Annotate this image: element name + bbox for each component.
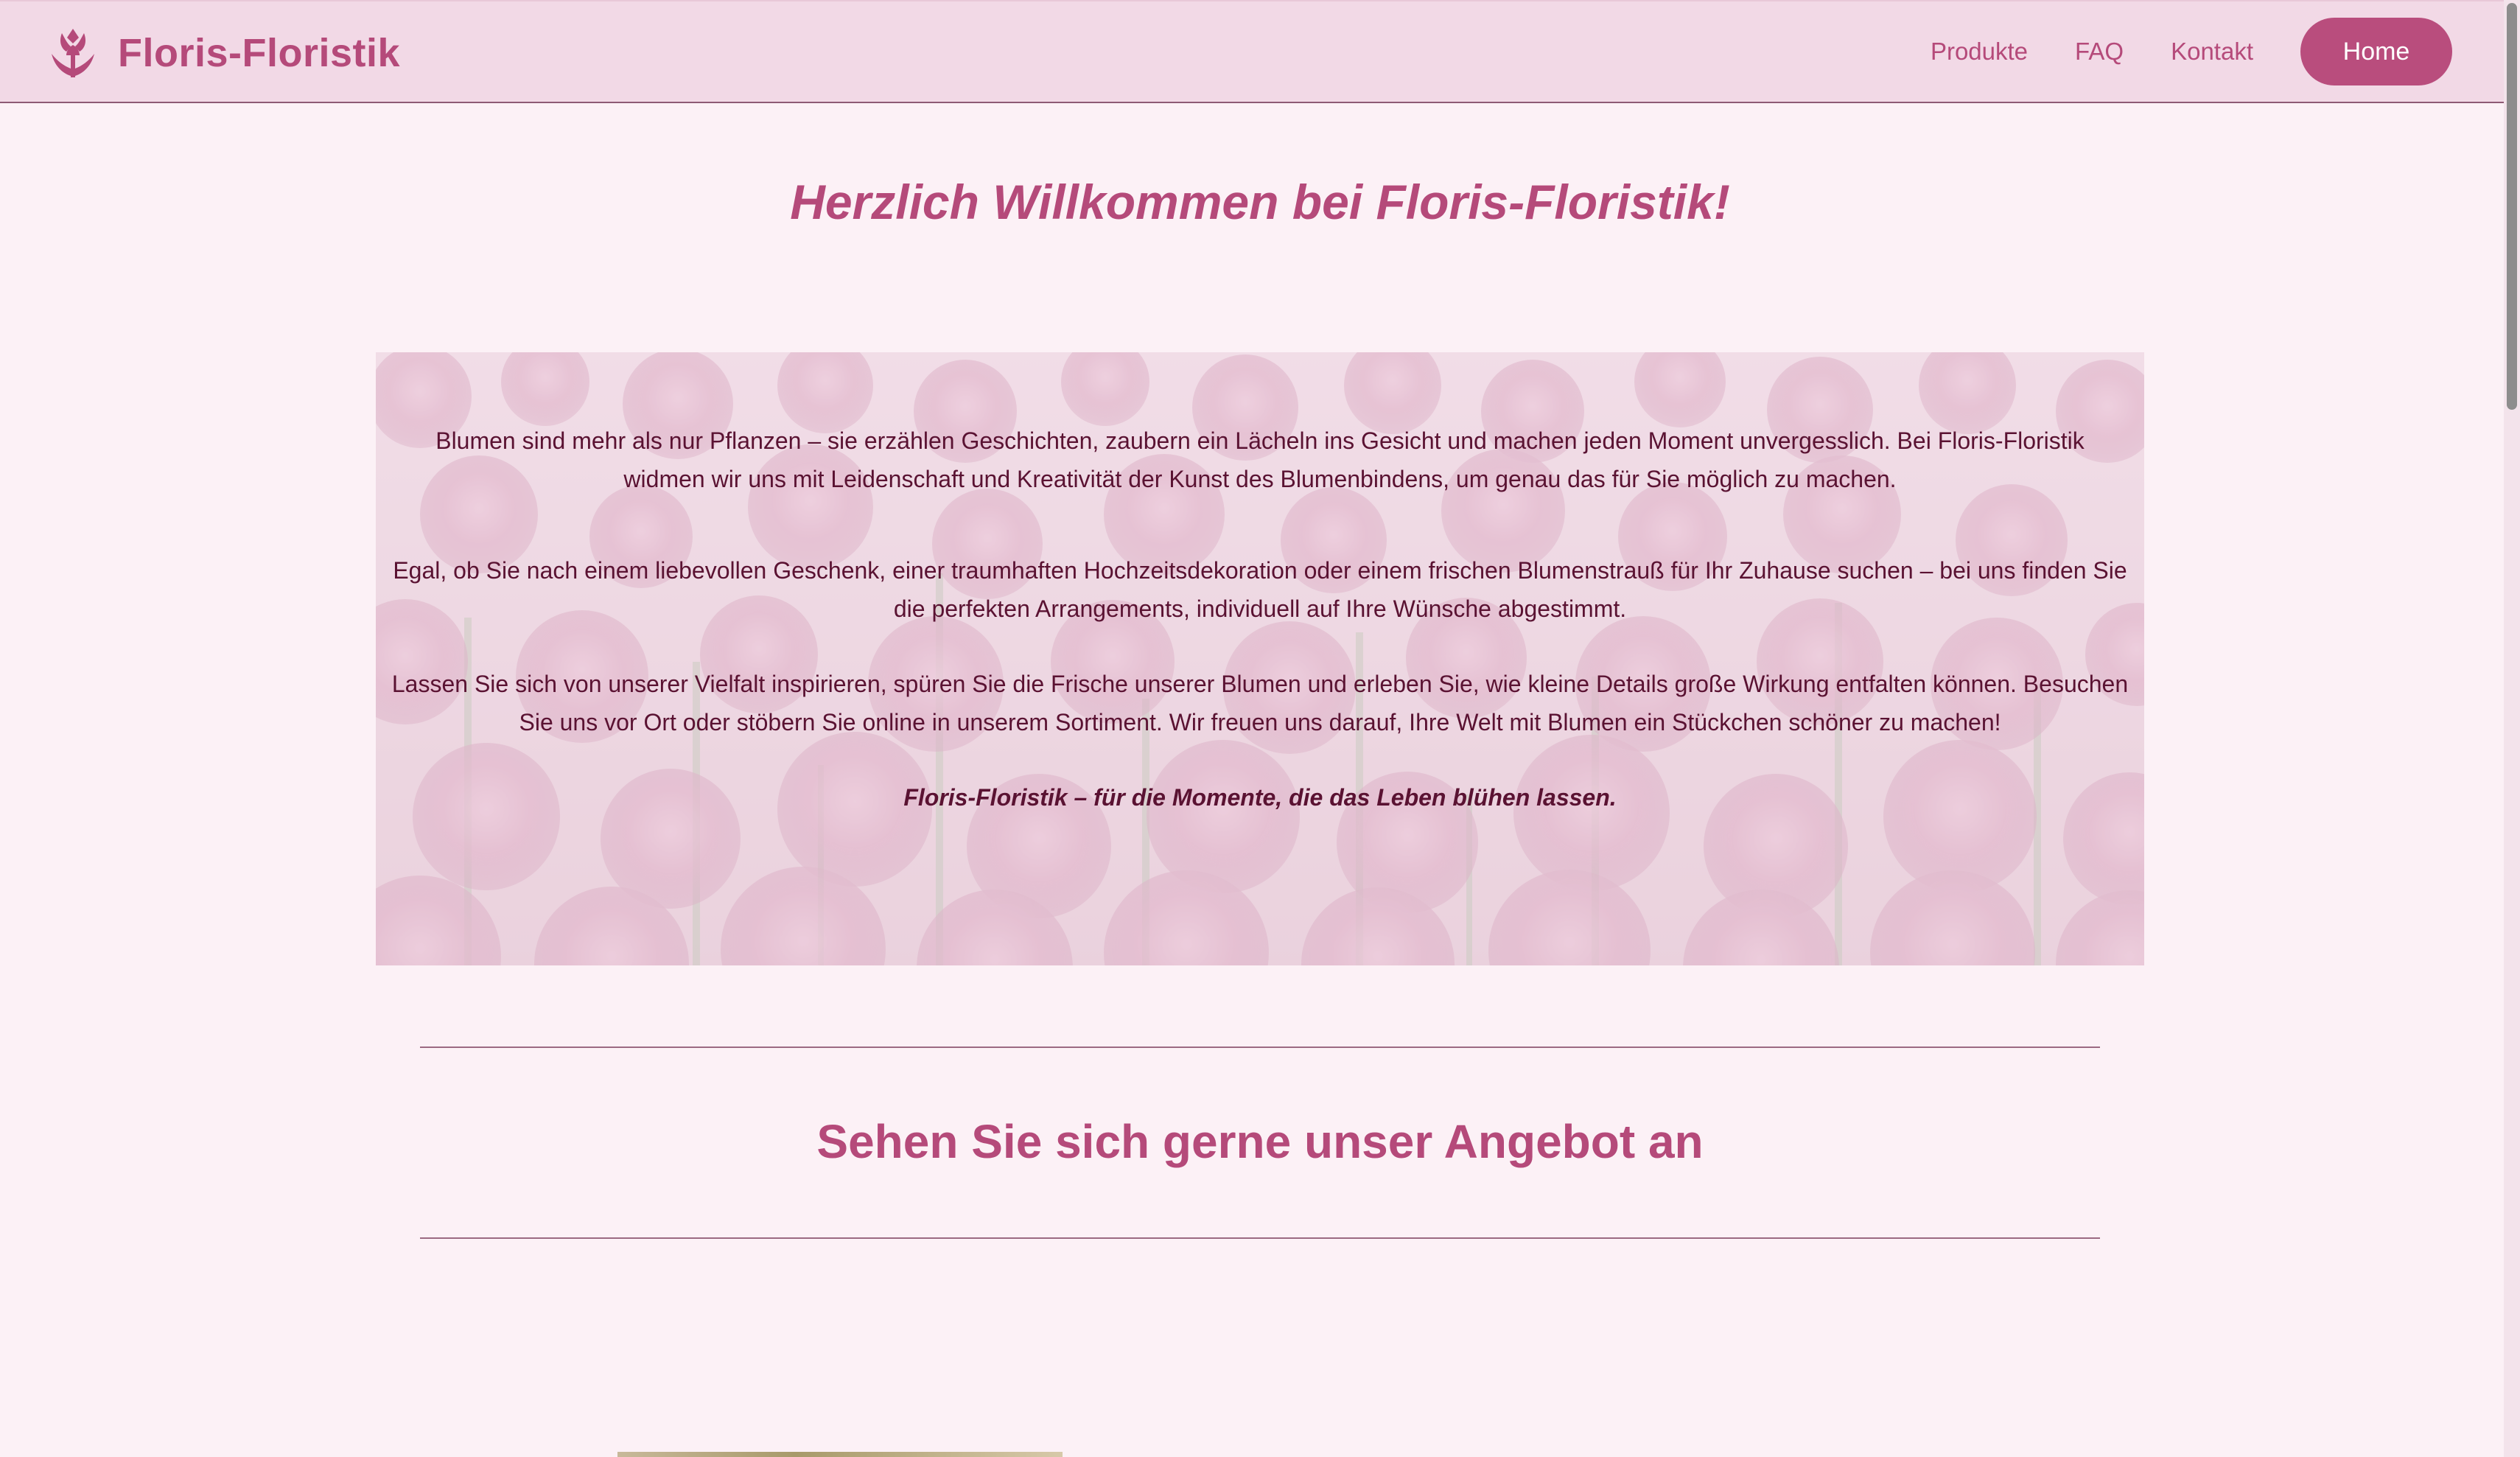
tulip-icon bbox=[52, 29, 94, 77]
section-divider-top bbox=[420, 1047, 2100, 1048]
home-button[interactable]: Home bbox=[2300, 18, 2452, 85]
intro-paragraph-3: Lassen Sie sich von unserer Vielfalt ins… bbox=[391, 671, 2129, 736]
main-nav: Produkte FAQ Kontakt Home bbox=[1931, 18, 2452, 85]
intro-tagline: Floris-Floristik – für die Momente, die … bbox=[903, 784, 1617, 811]
welcome-title: Herzlich Willkommen bei Floris-Floristik… bbox=[790, 175, 1730, 229]
intro-paragraph-1: Blumen sind mehr als nur Pflanzen – sie … bbox=[435, 427, 2085, 492]
nav-link-kontakt[interactable]: Kontakt bbox=[2171, 38, 2253, 66]
nav-link-faq[interactable]: FAQ bbox=[2075, 38, 2124, 66]
page: Floris-Floristik Produkte FAQ Kontakt Ho… bbox=[0, 0, 2520, 1457]
site-header: Floris-Floristik Produkte FAQ Kontakt Ho… bbox=[0, 0, 2504, 103]
section-divider-bottom bbox=[420, 1237, 2100, 1239]
intro-paragraph-2: Egal, ob Sie nach einem liebevollen Gesc… bbox=[393, 557, 2127, 622]
intro-text: Blumen sind mehr als nur Pflanzen – sie … bbox=[376, 352, 2144, 965]
product-image-preview[interactable] bbox=[617, 1452, 1063, 1457]
offer-heading: Sehen Sie sich gerne unser Angebot an bbox=[816, 1115, 1704, 1168]
brand-name[interactable]: Floris-Floristik bbox=[118, 30, 400, 76]
intro-hero: Blumen sind mehr als nur Pflanzen – sie … bbox=[376, 352, 2144, 965]
nav-link-produkte[interactable]: Produkte bbox=[1931, 38, 2028, 66]
brand-logo-link[interactable]: Floris-Floristik bbox=[49, 24, 400, 83]
